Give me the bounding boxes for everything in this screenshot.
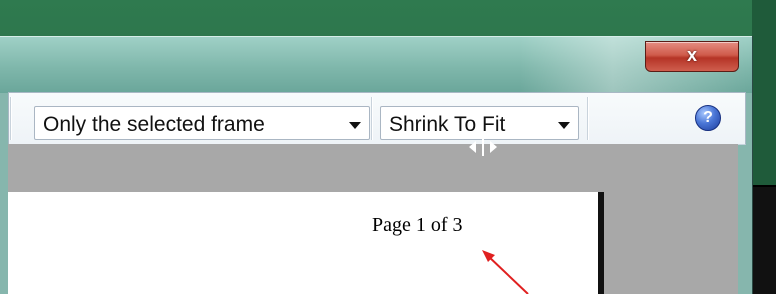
toolbar-separator xyxy=(371,97,372,140)
background-window-dark xyxy=(752,185,776,294)
toolbar-separator xyxy=(10,97,11,140)
close-button[interactable]: x xyxy=(645,41,739,72)
preview-toolbar: Only the selected frame Shrink To Fit ? xyxy=(8,92,746,145)
print-what-dropdown[interactable]: Only the selected frame xyxy=(34,106,370,140)
page-number-label: Page 1 of 3 xyxy=(372,214,463,236)
close-icon: x xyxy=(686,45,697,65)
print-what-value: Only the selected frame xyxy=(43,113,265,136)
scale-dropdown[interactable]: Shrink To Fit xyxy=(380,106,579,140)
background-window-divider xyxy=(752,185,776,187)
dropdown-arrow-icon xyxy=(349,122,361,129)
window-titlebar[interactable]: x xyxy=(0,36,752,93)
column-resize-icon[interactable] xyxy=(466,137,500,157)
dropdown-arrow-icon xyxy=(558,122,570,129)
toolbar-separator xyxy=(587,97,588,140)
scale-value: Shrink To Fit xyxy=(389,113,506,136)
help-icon: ? xyxy=(703,109,713,126)
print-preview-window: x Only the selected frame Shrink To Fit … xyxy=(0,36,753,294)
preview-area: Page 1 of 3 xyxy=(8,144,738,294)
help-button[interactable]: ? xyxy=(695,105,721,131)
annotation-arrow-icon xyxy=(482,250,529,294)
